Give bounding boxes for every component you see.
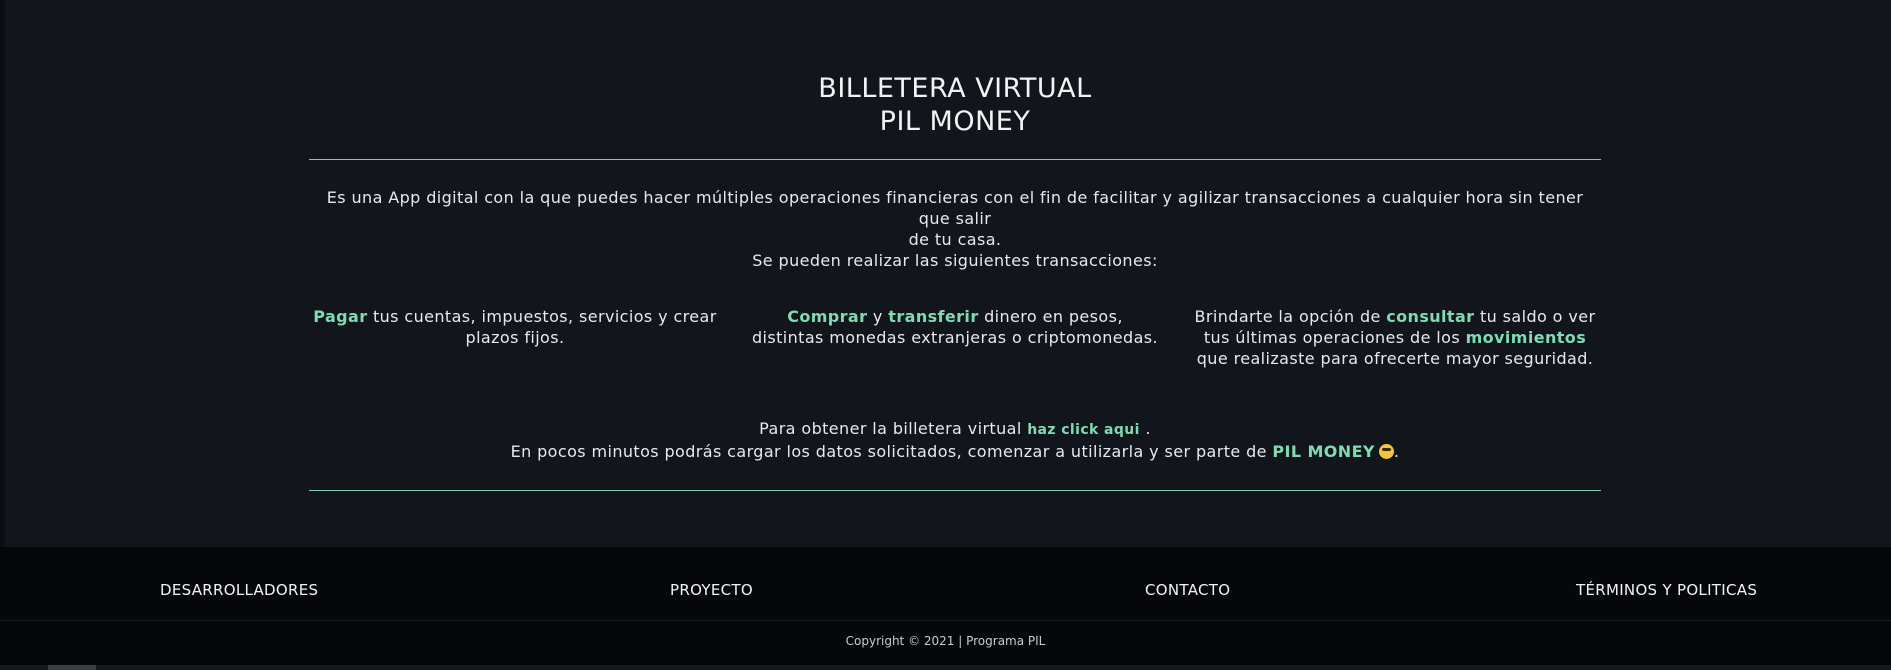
footer (0, 547, 1891, 670)
cta-line-2-text: En pocos minutos podrás cargar los datos… (510, 442, 1273, 461)
brand-name: PIL MONEY (1272, 442, 1375, 461)
feature-consult: Brindarte la opción de consultar tu sald… (1189, 306, 1601, 369)
scrollbar-thumb[interactable] (48, 665, 96, 670)
horizontal-scrollbar[interactable] (0, 665, 1891, 670)
intro-line-1: Es una App digital con la que puedes hac… (326, 188, 1584, 228)
cta-line-2-end: . (1393, 442, 1400, 461)
page: BILLETERA VIRTUAL PIL MONEY Es una App d… (0, 0, 1891, 670)
feature-buy-transfer: Comprar y transferir dinero en pesos, di… (749, 306, 1161, 369)
intro-line-3: Se pueden realizar las siguientes transa… (752, 251, 1158, 270)
feature-consult-highlight: consultar (1386, 307, 1475, 326)
feature-buy-highlight: Comprar (787, 307, 868, 326)
bottom-divider (309, 490, 1601, 491)
footer-link-contact[interactable]: CONTACTO (1145, 581, 1230, 599)
get-wallet-link[interactable]: haz click aqui (1027, 422, 1140, 438)
main-section: BILLETERA VIRTUAL PIL MONEY Es una App d… (5, 0, 1891, 547)
page-title: BILLETERA VIRTUAL PIL MONEY (309, 72, 1601, 138)
copyright: Copyright © 2021 | Programa PIL (845, 634, 1046, 648)
feature-consult-text-0: Brindarte la opción de (1194, 307, 1387, 326)
footer-link-project[interactable]: PROYECTO (670, 581, 753, 599)
footer-link-developers[interactable]: DESARROLLADORES (160, 581, 318, 599)
footer-divider (0, 620, 1891, 621)
party-face-icon (1378, 444, 1394, 459)
feature-pay: Pagar tus cuentas, impuestos, servicios … (309, 306, 721, 369)
features-row: Pagar tus cuentas, impuestos, servicios … (309, 306, 1601, 369)
footer-nav: DESARROLLADORES PROYECTO CONTACTO TÉRMIN… (0, 581, 1891, 601)
title-line-2: PIL MONEY (879, 106, 1031, 137)
call-to-action: Para obtener la billetera virtual haz cl… (309, 418, 1601, 462)
footer-link-terms[interactable]: TÉRMINOS Y POLITICAS (1576, 581, 1757, 599)
title-line-1: BILLETERA VIRTUAL (818, 73, 1092, 104)
intro-text: Es una App digital con la que puedes hac… (309, 187, 1601, 271)
feature-pay-highlight: Pagar (313, 307, 368, 326)
cta-line-1-end: . (1139, 419, 1151, 438)
feature-movements-highlight: movimientos (1465, 328, 1587, 347)
cta-line-2: En pocos minutos podrás cargar los datos… (309, 441, 1601, 462)
feature-buy-text-1: y (867, 307, 889, 326)
cta-line-1-text: Para obtener la billetera virtual (759, 419, 1028, 438)
intro-line-2: de tu casa. (908, 230, 1002, 249)
cta-line-1: Para obtener la billetera virtual haz cl… (309, 418, 1601, 441)
feature-pay-text: tus cuentas, impuestos, servicios y crea… (367, 307, 717, 347)
feature-consult-text-2: que realizaste para ofrecerte mayor segu… (1196, 349, 1594, 368)
feature-transfer-highlight: transferir (888, 307, 979, 326)
top-divider (309, 159, 1601, 160)
